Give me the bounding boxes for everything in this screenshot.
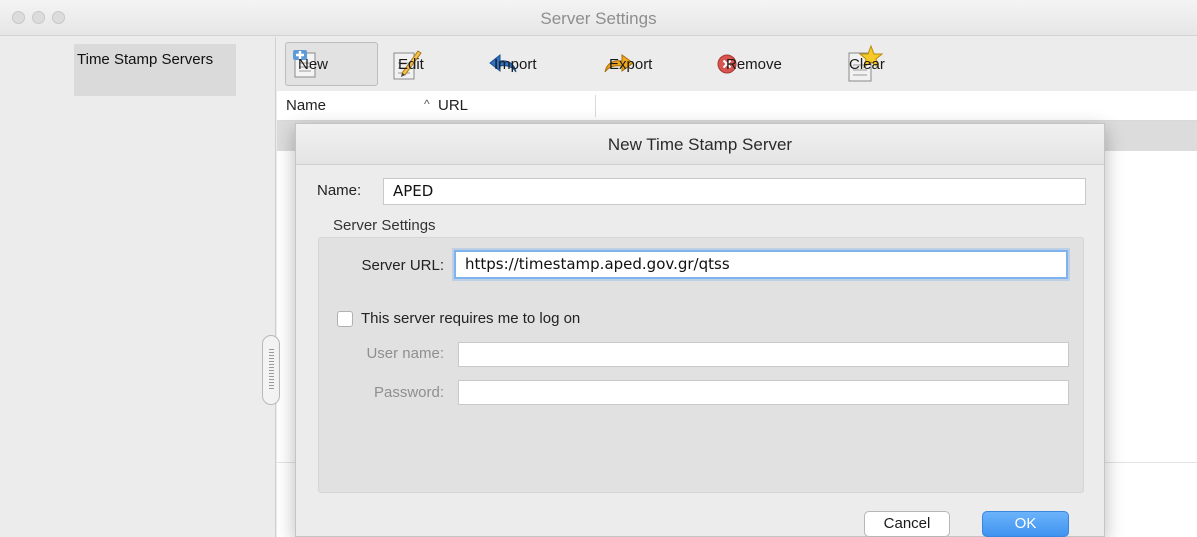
grip-icon <box>269 349 274 391</box>
new-button[interactable]: New <box>285 42 378 86</box>
edit-label: Edit <box>398 55 424 73</box>
server-url-label: Server URL: <box>361 257 444 274</box>
column-header-name[interactable]: Name <box>286 97 326 114</box>
sort-ascending-icon: ^ <box>424 97 430 111</box>
login-required-checkbox[interactable] <box>337 311 353 327</box>
toolbar: New Edit Import Export Remove Clear <box>277 37 1197 91</box>
password-field[interactable] <box>458 380 1069 405</box>
column-divider[interactable] <box>595 95 596 117</box>
clear-label: Clear <box>849 55 885 73</box>
export-label: Export <box>609 55 653 73</box>
name-field[interactable]: APED <box>383 178 1086 205</box>
table-header: Name ^ URL <box>277 91 1197 121</box>
username-field[interactable] <box>458 342 1069 367</box>
login-required-label[interactable]: This server requires me to log on <box>361 310 580 327</box>
username-label: User name: <box>366 345 444 362</box>
name-label: Name: <box>317 182 362 199</box>
ok-button[interactable]: OK <box>982 511 1069 537</box>
password-label: Password: <box>373 384 444 401</box>
column-header-url[interactable]: URL <box>438 97 468 114</box>
server-settings-window: Server Settings Time Stamp Servers New E… <box>0 0 1197 537</box>
remove-label: Remove <box>726 55 782 73</box>
new-time-stamp-server-dialog: New Time Stamp Server Name: APED Server … <box>295 123 1105 537</box>
cancel-button[interactable]: Cancel <box>864 511 950 537</box>
export-button[interactable]: Export <box>603 42 652 86</box>
clear-button[interactable]: Clear <box>847 42 885 86</box>
server-settings-group-title: Server Settings <box>333 217 436 234</box>
import-label: Import <box>494 55 537 73</box>
split-view-handle[interactable] <box>262 335 280 405</box>
import-button[interactable]: Import <box>488 42 537 86</box>
remove-button[interactable]: Remove <box>717 42 782 86</box>
window-title: Server Settings <box>540 9 657 28</box>
sidebar: Time Stamp Servers <box>0 37 276 537</box>
server-url-field[interactable]: https://timestamp.aped.gov.gr/qtss <box>454 250 1068 279</box>
title-bar: Server Settings <box>0 0 1197 36</box>
new-label: New <box>298 55 329 73</box>
sidebar-item-time-stamp-servers[interactable]: Time Stamp Servers <box>74 44 236 96</box>
edit-button[interactable]: Edit <box>392 42 424 86</box>
dialog-title: New Time Stamp Server <box>296 124 1104 165</box>
